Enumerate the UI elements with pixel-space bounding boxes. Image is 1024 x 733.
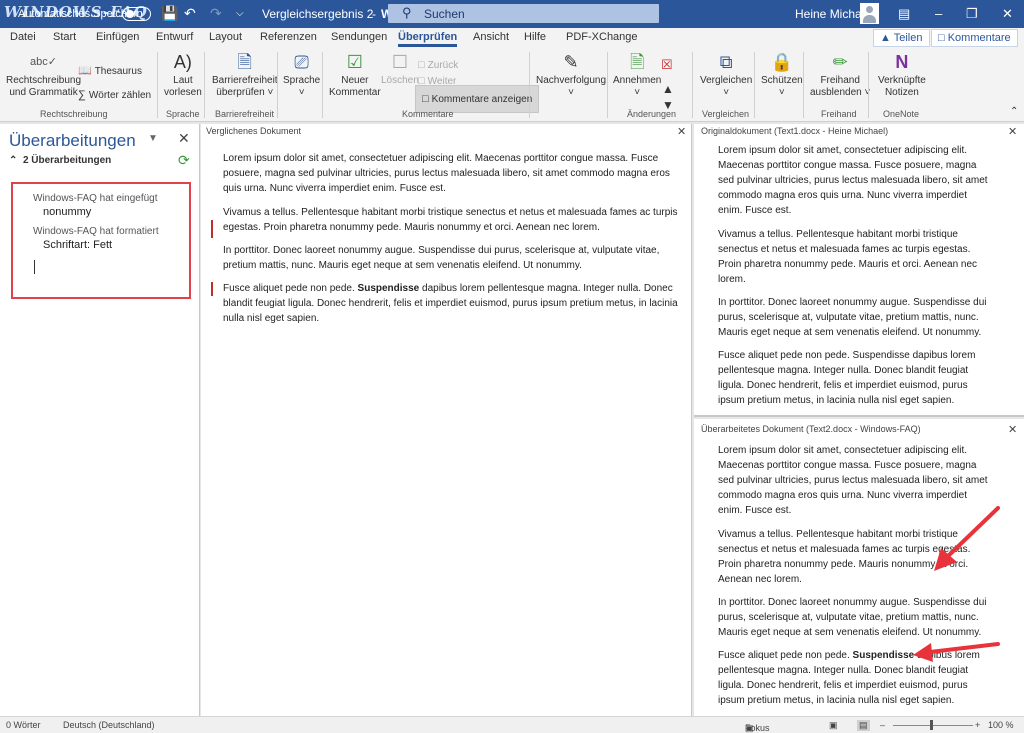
status-bar: 0 Wörter Deutsch (Deutschland) ▣ Fokus ▣… [0,716,1024,733]
focus-label: Fokus [745,723,770,733]
zoom-slider[interactable] [893,725,973,726]
word-count[interactable]: 0 Wörter [6,720,41,730]
language-status[interactable]: Deutsch (Deutschland) [63,720,155,730]
print-layout-icon[interactable]: ▤ [857,720,870,731]
red-arrow-icon [934,506,1000,571]
red-arrow-icon [913,642,1000,662]
annotation-arrows [913,506,1000,662]
zoom-slider-thumb[interactable] [930,720,933,730]
zoom-level[interactable]: 100 % [988,720,1014,730]
read-mode-icon[interactable]: ▣ [829,720,838,731]
zoom-out-icon[interactable]: – [880,720,885,730]
zoom-in-icon[interactable]: + [975,720,980,730]
